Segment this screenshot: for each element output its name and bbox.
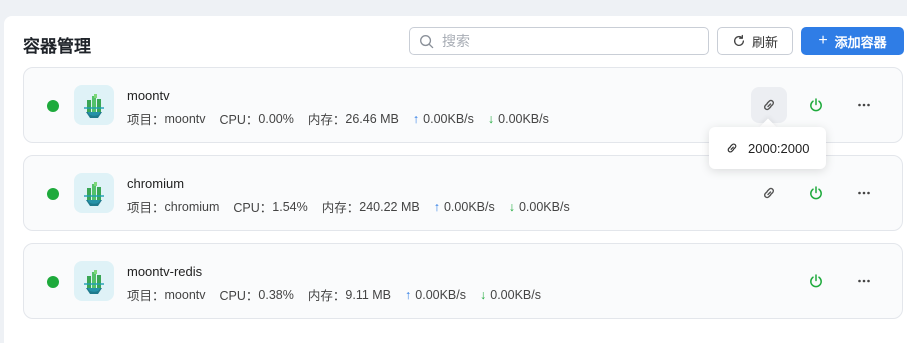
container-app-icon: [84, 270, 104, 294]
project-label: 项目：: [127, 201, 165, 215]
status-indicator: [47, 100, 59, 112]
container-name: chromium: [127, 176, 185, 191]
open-link-button[interactable]: [751, 175, 787, 211]
memory-value: 26.46 MB: [345, 111, 399, 126]
cpu-value: 1.54%: [272, 199, 308, 214]
power-icon: [810, 186, 822, 200]
cpu-label: CPU：: [219, 289, 259, 303]
download-arrow-icon: ↓: [508, 199, 515, 214]
link-icon: [764, 99, 774, 111]
container-meta: 项目： moontv CPU： 0.38% 内存： 9.11 MB ↑ 0.00KB/s…: [127, 285, 541, 304]
cpu-label: CPU：: [233, 201, 273, 215]
app-icon: [74, 173, 114, 213]
container-meta: 项目： chromium CPU： 1.54% 内存： 240.22 MB ↑ 0.00…: [127, 197, 570, 216]
link-icon: [764, 187, 774, 199]
cpu-value: 0.38%: [258, 287, 294, 302]
refresh-icon: [733, 34, 745, 46]
app-icon: [74, 85, 114, 125]
refresh-button[interactable]: 刷新: [717, 27, 793, 55]
download-arrow-icon: ↓: [487, 111, 495, 126]
page-title: 容器管理: [23, 37, 91, 56]
app-icon: [74, 261, 114, 301]
download-speed: 0.00KB/s: [498, 111, 549, 126]
search-icon: [420, 34, 434, 48]
container-name: moontv: [127, 88, 170, 103]
more-options-button[interactable]: [846, 263, 882, 299]
cpu-value: 0.00%: [258, 111, 294, 126]
upload-speed: 0.00KB/s: [415, 287, 466, 302]
plus-icon: +: [818, 32, 828, 49]
status-indicator: [47, 188, 59, 200]
cpu-label: CPU：: [219, 113, 259, 127]
memory-label: 内存：: [307, 289, 346, 303]
open-link-button[interactable]: [751, 87, 787, 123]
port-mapping-label: 2000:2000: [748, 140, 810, 156]
power-button[interactable]: [798, 263, 834, 299]
project-label: 项目：: [127, 289, 165, 303]
power-icon: [810, 98, 822, 112]
more-icon: [858, 279, 870, 283]
refresh-label: 刷新: [751, 34, 778, 50]
upload-arrow-icon: ↑: [412, 111, 420, 126]
power-button[interactable]: [798, 175, 834, 211]
add-container-label: 添加容器: [834, 34, 887, 50]
upload-arrow-icon: ↑: [405, 287, 412, 302]
more-icon: [858, 191, 870, 195]
more-options-button[interactable]: [846, 175, 882, 211]
container-app-icon: [84, 182, 104, 206]
memory-label: 内存：: [307, 113, 346, 127]
status-indicator: [47, 276, 59, 288]
upload-speed: 0.00KB/s: [443, 199, 495, 214]
power-button[interactable]: [798, 87, 834, 123]
more-options-button[interactable]: [846, 87, 882, 123]
project-value: moontv: [164, 287, 206, 302]
project-label: 项目：: [127, 113, 165, 127]
project-value: chromium: [164, 199, 220, 214]
container-card: moontv-redis 项目： moontv CPU： 0.38% 内存： 9.11…: [23, 243, 903, 319]
download-speed: 0.00KB/s: [490, 287, 541, 302]
more-icon: [858, 103, 870, 107]
upload-speed: 0.00KB/s: [423, 111, 474, 126]
container-app-icon: [84, 94, 104, 118]
search-box[interactable]: [409, 27, 709, 55]
port-mapping-tooltip[interactable]: 2000:2000: [709, 127, 826, 169]
search-input[interactable]: [442, 33, 692, 49]
link-icon: [727, 143, 737, 153]
container-meta: 项目： moontv CPU： 0.00% 内存： 26.46 MB ↑ 0.00KB/…: [127, 109, 549, 128]
memory-value: 9.11 MB: [345, 287, 392, 302]
container-name: moontv-redis: [127, 264, 203, 279]
download-arrow-icon: ↓: [480, 287, 487, 302]
project-value: moontv: [164, 111, 206, 126]
download-speed: 0.00KB/s: [518, 199, 570, 214]
power-icon: [810, 274, 822, 288]
add-container-button[interactable]: + 添加容器: [801, 27, 904, 55]
upload-arrow-icon: ↑: [433, 199, 440, 214]
memory-value: 240.22 MB: [359, 199, 420, 214]
memory-label: 内存：: [321, 201, 360, 215]
